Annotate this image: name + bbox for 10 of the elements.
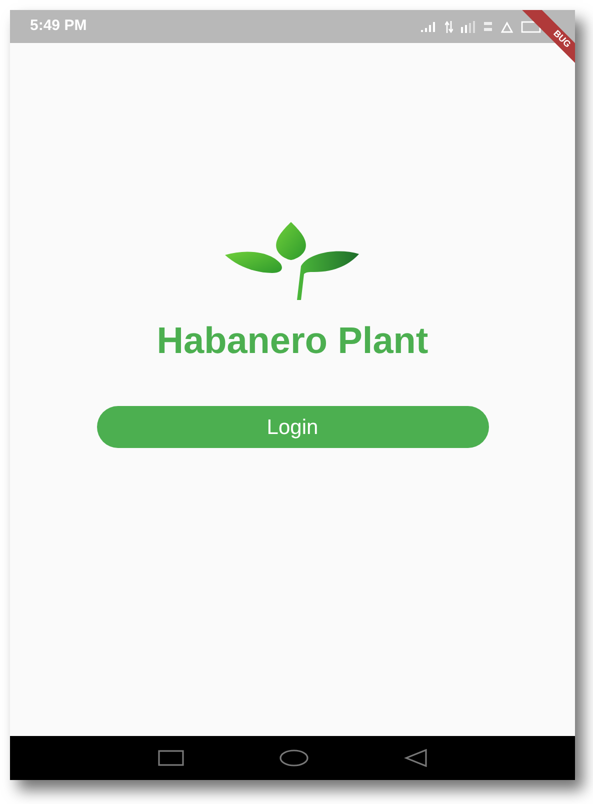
recents-button[interactable] — [158, 750, 184, 766]
plant-logo-icon — [224, 220, 360, 300]
back-button[interactable] — [404, 749, 428, 767]
signal-icon — [421, 22, 437, 32]
login-button[interactable]: Login — [96, 406, 488, 448]
status-time: 5:49 PM — [30, 16, 87, 36]
signal-icon — [461, 20, 475, 32]
home-button[interactable] — [278, 749, 308, 767]
app-title: Habanero Plant — [156, 319, 428, 363]
data-arrows-icon — [445, 20, 453, 32]
